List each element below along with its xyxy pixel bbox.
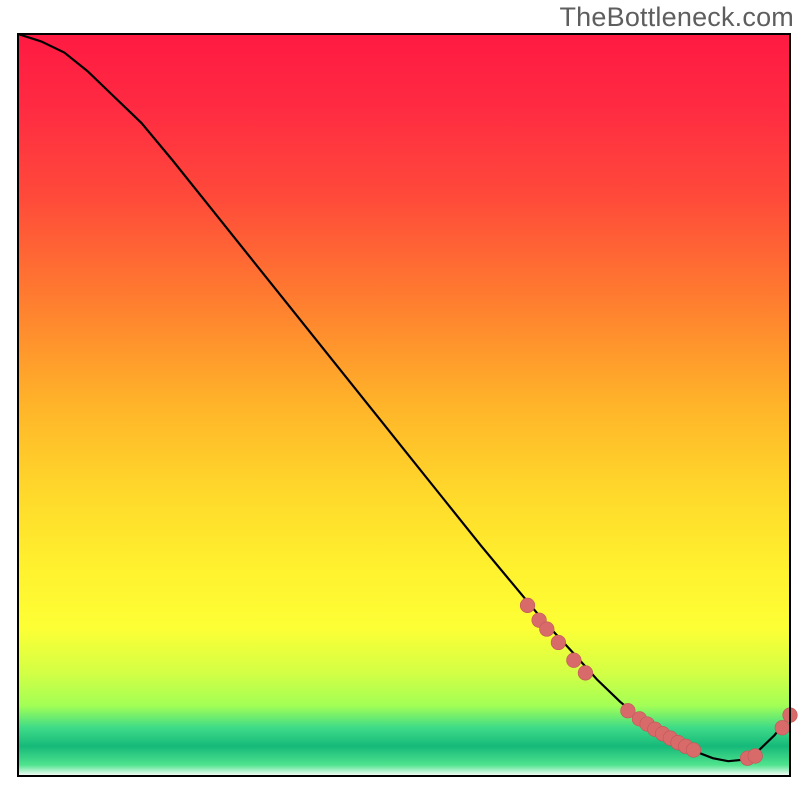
data-marker [578,666,593,681]
data-marker [520,598,535,613]
data-marker [567,653,582,668]
watermark-text: TheBottleneck.com [559,2,794,33]
plot-area [18,34,797,776]
chart-container: TheBottleneck.com [0,0,800,800]
bottleneck-chart [0,0,800,800]
data-marker [686,743,701,758]
data-marker [540,622,555,637]
data-marker [775,720,790,735]
data-marker [748,749,763,764]
gradient-background [18,34,790,776]
data-marker [551,635,566,650]
